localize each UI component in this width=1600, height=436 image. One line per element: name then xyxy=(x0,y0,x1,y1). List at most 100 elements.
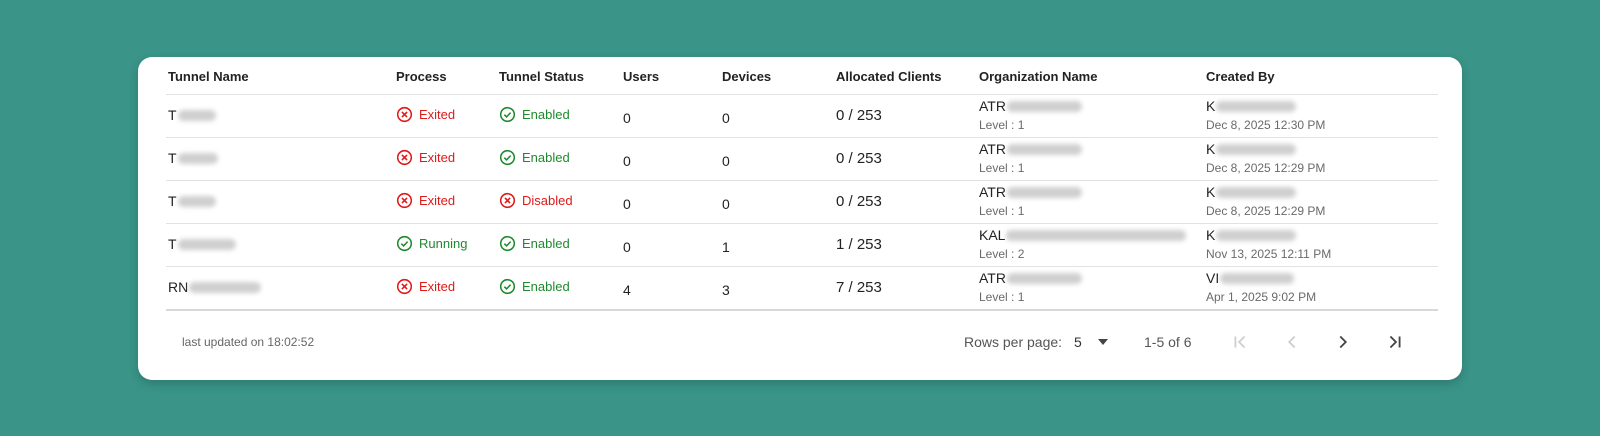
tunnel-name[interactable]: RN xyxy=(168,279,188,295)
header-tunnel-status[interactable]: Tunnel Status xyxy=(499,69,584,84)
organization-name: KAL xyxy=(979,227,1006,243)
table-footer: last updated on 18:02:52 Rows per page: … xyxy=(138,315,1462,365)
table-row[interactable]: T Exited Disabled 0 0 0 / 253 ATR Level : 1 K Dec… xyxy=(166,181,1438,224)
redacted-text xyxy=(177,238,236,250)
status-label: Enabled xyxy=(522,236,570,251)
table-row[interactable]: T Exited Enabled 0 0 0 / 253 ATR Level : 1 K Dec … xyxy=(166,138,1438,181)
check-circle-icon xyxy=(499,106,522,123)
organization-cell: ATR Level : 1 xyxy=(979,141,1082,175)
tunnel-name-cell[interactable]: RN xyxy=(168,279,262,295)
tunnel-name[interactable]: T xyxy=(168,107,177,123)
tunnel-status: Disabled xyxy=(499,192,573,209)
users-count: 0 xyxy=(623,153,631,169)
organization-name: ATR xyxy=(979,141,1006,157)
organization-level: Level : 1 xyxy=(979,290,1025,304)
redacted-text xyxy=(1006,143,1082,155)
header-users[interactable]: Users xyxy=(623,69,659,84)
process-status: Exited xyxy=(396,278,455,295)
devices-count: 0 xyxy=(722,196,730,212)
devices-count: 3 xyxy=(722,282,730,298)
x-circle-icon xyxy=(396,149,419,166)
process-status: Exited xyxy=(396,149,455,166)
tunnel-status: Enabled xyxy=(499,106,570,123)
created-by-cell: K Nov 13, 2025 12:11 PM xyxy=(1206,227,1331,261)
created-timestamp: Apr 1, 2025 9:02 PM xyxy=(1206,290,1317,304)
created-by-cell: K Dec 8, 2025 12:29 PM xyxy=(1206,184,1325,218)
allocated-clients: 1 / 253 xyxy=(836,236,882,253)
process-label: Exited xyxy=(419,150,456,165)
process-label: Exited xyxy=(419,279,456,294)
table-row[interactable]: T Running Enabled 0 1 1 / 253 KAL Level : 2 K Nov… xyxy=(166,224,1438,267)
caret-down-icon[interactable] xyxy=(1098,339,1108,345)
tunnel-name-cell[interactable]: T xyxy=(168,107,216,123)
organization-level: Level : 2 xyxy=(979,247,1025,261)
process-status: Running xyxy=(396,235,467,252)
users-count: 0 xyxy=(623,196,631,212)
header-devices[interactable]: Devices xyxy=(722,69,771,84)
x-circle-icon xyxy=(396,192,419,209)
created-by-cell: K Dec 8, 2025 12:29 PM xyxy=(1206,141,1325,175)
organization-name: ATR xyxy=(979,98,1006,114)
organization-cell: KAL Level : 2 xyxy=(979,227,1187,261)
users-count: 0 xyxy=(623,239,631,255)
redacted-text xyxy=(177,109,216,121)
allocated-clients: 0 / 253 xyxy=(836,150,882,167)
check-circle-icon xyxy=(396,235,419,252)
process-status: Exited xyxy=(396,106,455,123)
table-header: Tunnel Name Process Tunnel Status Users … xyxy=(166,57,1438,95)
redacted-text xyxy=(1216,100,1297,112)
redacted-text xyxy=(1006,272,1082,284)
redacted-text xyxy=(1006,100,1082,112)
tunnel-status: Enabled xyxy=(499,149,570,166)
rows-per-page-label: Rows per page: xyxy=(964,334,1063,350)
status-label: Disabled xyxy=(522,193,573,208)
last-updated-text: last updated on 18:02:52 xyxy=(182,335,315,349)
table-row[interactable]: T Exited Enabled 0 0 0 / 253 ATR Level : 1 K Dec … xyxy=(166,95,1438,138)
organization-name: ATR xyxy=(979,184,1006,200)
header-tunnel-name[interactable]: Tunnel Name xyxy=(168,69,249,84)
check-circle-icon xyxy=(499,149,522,166)
devices-count: 1 xyxy=(722,239,730,255)
organization-level: Level : 1 xyxy=(979,161,1025,175)
tunnel-name-cell[interactable]: T xyxy=(168,150,218,166)
status-label: Enabled xyxy=(522,279,570,294)
x-circle-icon xyxy=(396,278,419,295)
last-page-icon[interactable] xyxy=(1384,331,1406,353)
users-count: 0 xyxy=(623,110,631,126)
organization-level: Level : 1 xyxy=(979,118,1025,132)
tunnel-name-cell[interactable]: T xyxy=(168,193,216,209)
first-page-icon[interactable] xyxy=(1229,331,1251,353)
organization-cell: ATR Level : 1 xyxy=(979,98,1082,132)
header-allocated-clients[interactable]: Allocated Clients xyxy=(836,69,941,84)
redacted-text xyxy=(1216,143,1297,155)
redacted-text xyxy=(1216,186,1297,198)
chevron-right-icon[interactable] xyxy=(1332,331,1354,353)
organization-name: ATR xyxy=(979,270,1006,286)
created-by-cell: VI Apr 1, 2025 9:02 PM xyxy=(1206,270,1316,304)
organization-cell: ATR Level : 1 xyxy=(979,184,1082,218)
tunnel-name[interactable]: T xyxy=(168,193,177,209)
header-created-by[interactable]: Created By xyxy=(1206,69,1275,84)
created-timestamp: Nov 13, 2025 12:11 PM xyxy=(1206,247,1332,261)
process-label: Running xyxy=(419,236,468,251)
status-label: Enabled xyxy=(522,150,570,165)
devices-count: 0 xyxy=(722,110,730,126)
header-organization-name[interactable]: Organization Name xyxy=(979,69,1097,84)
header-process[interactable]: Process xyxy=(396,69,447,84)
rows-per-page-select[interactable]: 5 xyxy=(1074,334,1082,350)
tunnel-name[interactable]: T xyxy=(168,236,177,252)
created-timestamp: Dec 8, 2025 12:29 PM xyxy=(1206,161,1326,175)
creator-name: VI xyxy=(1206,270,1220,286)
chevron-left-icon[interactable] xyxy=(1281,331,1303,353)
table-row[interactable]: RN Exited Enabled 4 3 7 / 253 ATR Level : 1 VI Ap… xyxy=(166,267,1438,311)
tunnel-name-cell[interactable]: T xyxy=(168,236,236,252)
allocated-clients: 0 / 253 xyxy=(836,107,882,124)
organization-cell: ATR Level : 1 xyxy=(979,270,1082,304)
created-timestamp: Dec 8, 2025 12:29 PM xyxy=(1206,204,1326,218)
redacted-text xyxy=(1216,229,1297,241)
redacted-text xyxy=(1220,272,1295,284)
redacted-text xyxy=(177,195,216,207)
redacted-text xyxy=(1006,229,1187,241)
pagination-range: 1-5 of 6 xyxy=(1144,334,1192,350)
tunnel-name[interactable]: T xyxy=(168,150,177,166)
